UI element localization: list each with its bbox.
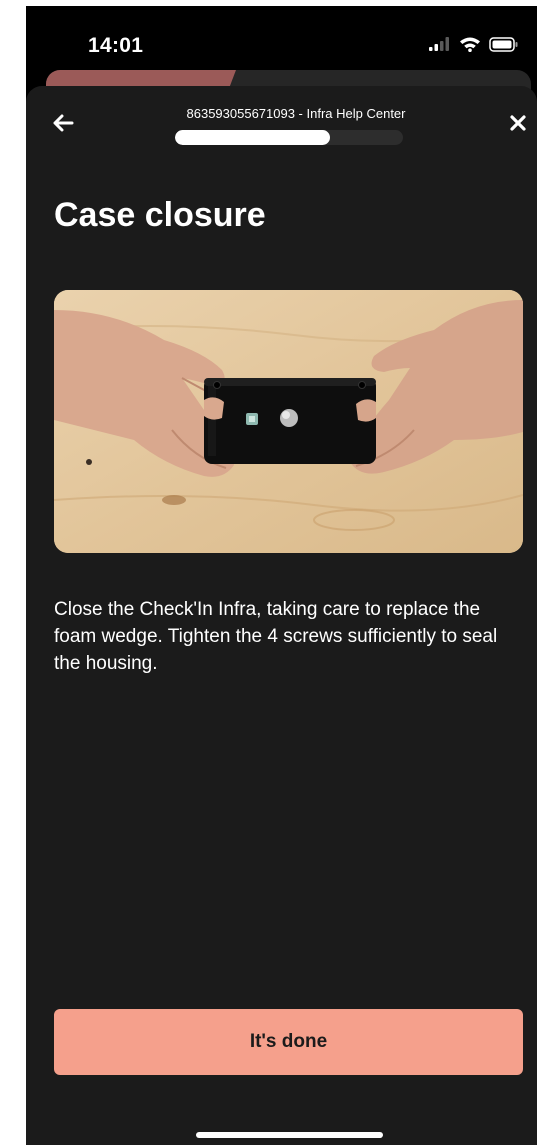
done-button[interactable]: It's done [54,1009,523,1075]
page-title: Case closure [54,196,266,234]
back-button[interactable] [48,110,78,140]
help-center-sheet: 863593055671093 - Infra Help Center Case… [26,86,537,1145]
header-title: 863593055671093 - Infra Help Center [186,106,406,121]
status-icons [429,36,519,57]
close-button[interactable] [503,110,533,140]
progress-fill [175,130,331,145]
progress-bar [175,130,403,145]
arrow-left-icon [52,114,74,137]
status-time: 14:01 [88,34,144,57]
case-closure-illustration [54,290,523,553]
instruction-image [54,290,523,553]
battery-icon [489,36,519,57]
signal-icon [429,37,451,56]
phone-screen: 14:01 863593055671093 - Infra Help Cente… [26,6,537,1145]
home-indicator [196,1132,383,1138]
instruction-text: Close the Check'In Infra, taking care to… [54,599,498,674]
close-icon [509,114,527,137]
wifi-icon [459,36,481,57]
